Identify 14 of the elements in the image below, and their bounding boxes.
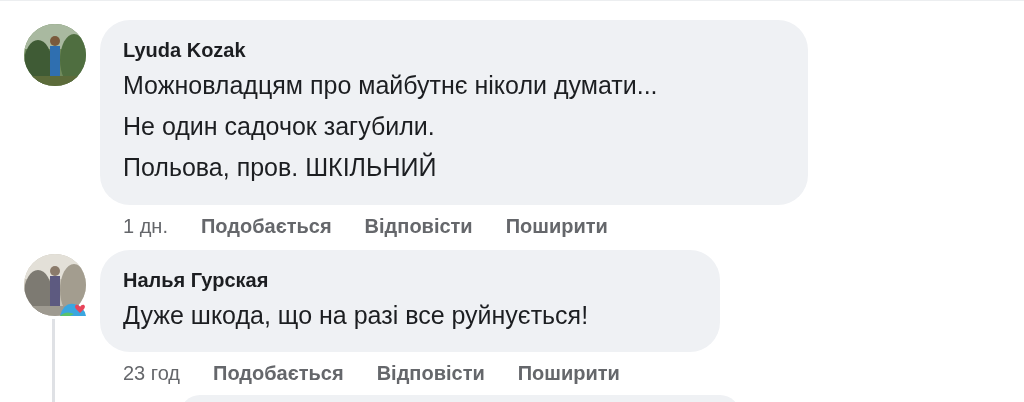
comment-text: Дуже шкода, що на разі все руйнується!: [123, 300, 590, 331]
action-link[interactable]: Поширити: [505, 212, 608, 240]
comment-text: Можновладцям про майбутнє ніколи думати...: [123, 70, 659, 101]
action-link[interactable]: Поширити: [517, 359, 620, 387]
action-link[interactable]: Подобається: [213, 359, 344, 387]
comment-text: Не один садочок загубили.: [123, 111, 436, 142]
action-link[interactable]: Відповісти: [364, 212, 473, 240]
comment-text: Польова, пров. ШКІЛЬНИЙ: [123, 151, 438, 183]
action-link[interactable]: Відповісти: [376, 359, 485, 387]
timestamp[interactable]: 23 год: [123, 359, 180, 387]
author-name[interactable]: Налья Гурская: [123, 265, 696, 295]
action-link[interactable]: Подобається: [200, 212, 332, 240]
timestamp[interactable]: 1 дн.: [123, 212, 168, 240]
author-name[interactable]: Lyuda Kozak: [123, 35, 784, 65]
